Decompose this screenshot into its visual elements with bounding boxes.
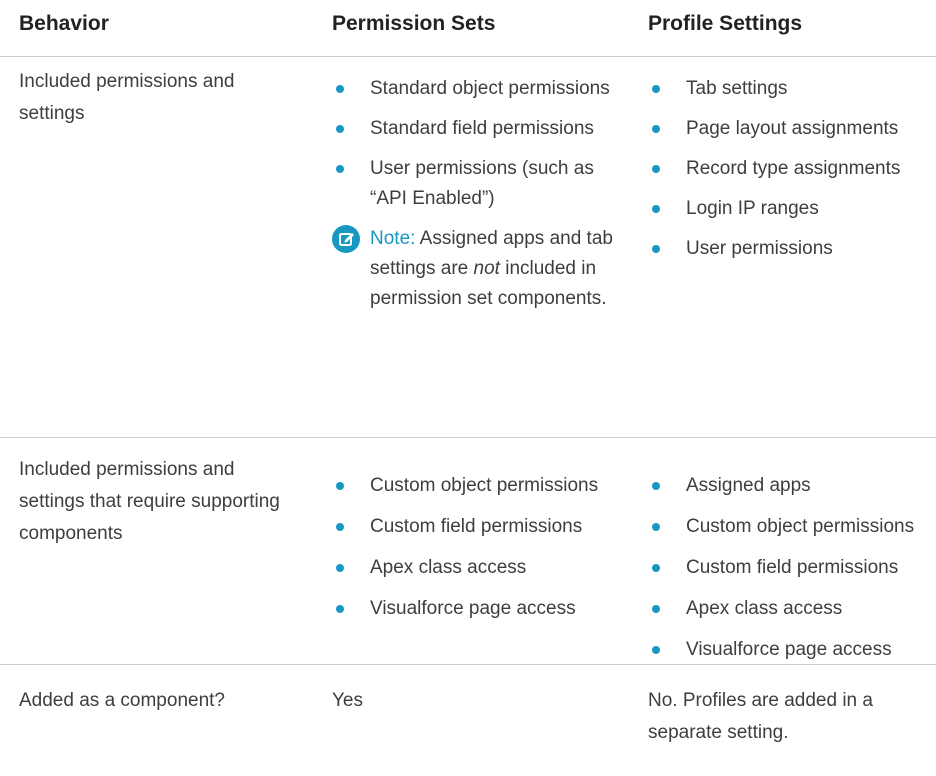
list-item: Visualforce page access (332, 594, 632, 624)
list-item: Custom field permissions (332, 512, 632, 542)
list-item: User permissions (such as “API Enabled”) (332, 154, 622, 214)
bullet-icon (652, 564, 660, 572)
list-item: User permissions (648, 234, 936, 264)
bullet-icon (652, 646, 660, 654)
permission-sets-cell: Custom object permissions Custom field p… (332, 471, 632, 635)
profile-settings-cell: No. Profiles are added in a separate set… (648, 690, 873, 743)
list-item: Apex class access (648, 594, 936, 624)
list-item: Custom field permissions (648, 553, 936, 583)
bullet-icon (336, 165, 344, 173)
bullet-icon (336, 564, 344, 572)
bullet-icon (336, 605, 344, 613)
bullet-icon (336, 523, 344, 531)
profile-settings-cell: Tab settings Page layout assignments Rec… (648, 74, 936, 274)
list-item: Tab settings (648, 74, 936, 104)
table-header: Behavior Permission Sets Profile Setting… (0, 0, 936, 57)
list-item: Page layout assignments (648, 114, 936, 144)
behavior-cell: Included permissions and settings (19, 71, 235, 124)
list-item: Visualforce page access (648, 635, 936, 665)
list-item: Standard object permissions (332, 74, 622, 104)
bullet-icon (336, 482, 344, 490)
note-label: Note: (370, 228, 416, 249)
bullet-icon (652, 245, 660, 253)
header-profile-settings: Profile Settings (648, 12, 803, 35)
edit-note-icon (332, 225, 360, 253)
behavior-cell: Included permissions and settings that r… (19, 459, 280, 544)
bullet-icon (652, 125, 660, 133)
header-permission-sets: Permission Sets (332, 12, 496, 35)
header-behavior: Behavior (19, 12, 109, 35)
list-item: Login IP ranges (648, 194, 936, 224)
bullet-icon (652, 605, 660, 613)
profile-settings-cell: Assigned apps Custom object permissions … (648, 471, 936, 676)
behavior-cell: Added as a component? (19, 690, 225, 711)
permission-sets-cell: Yes (332, 690, 363, 711)
list-item: Record type assignments (648, 154, 936, 184)
table-row: Included permissions and settings Standa… (0, 57, 936, 438)
bullet-icon (652, 482, 660, 490)
note-callout: Note: Assigned apps and tab settings are… (332, 224, 620, 314)
bullet-icon (652, 85, 660, 93)
table-row: Included permissions and settings that r… (0, 438, 936, 665)
bullet-icon (652, 205, 660, 213)
table-row: Added as a component? Yes No. Profiles a… (0, 665, 936, 775)
bullet-icon (336, 85, 344, 93)
bullet-icon (652, 523, 660, 531)
list-item: Apex class access (332, 553, 632, 583)
list-item: Custom object permissions (332, 471, 632, 501)
note-emphasis: not (473, 258, 500, 279)
list-item: Standard field permissions (332, 114, 622, 144)
bullet-icon (336, 125, 344, 133)
bullet-icon (652, 165, 660, 173)
permission-sets-cell: Standard object permissions Standard fie… (332, 74, 632, 314)
list-item: Assigned apps (648, 471, 936, 501)
list-item: Custom object permissions (648, 512, 936, 542)
